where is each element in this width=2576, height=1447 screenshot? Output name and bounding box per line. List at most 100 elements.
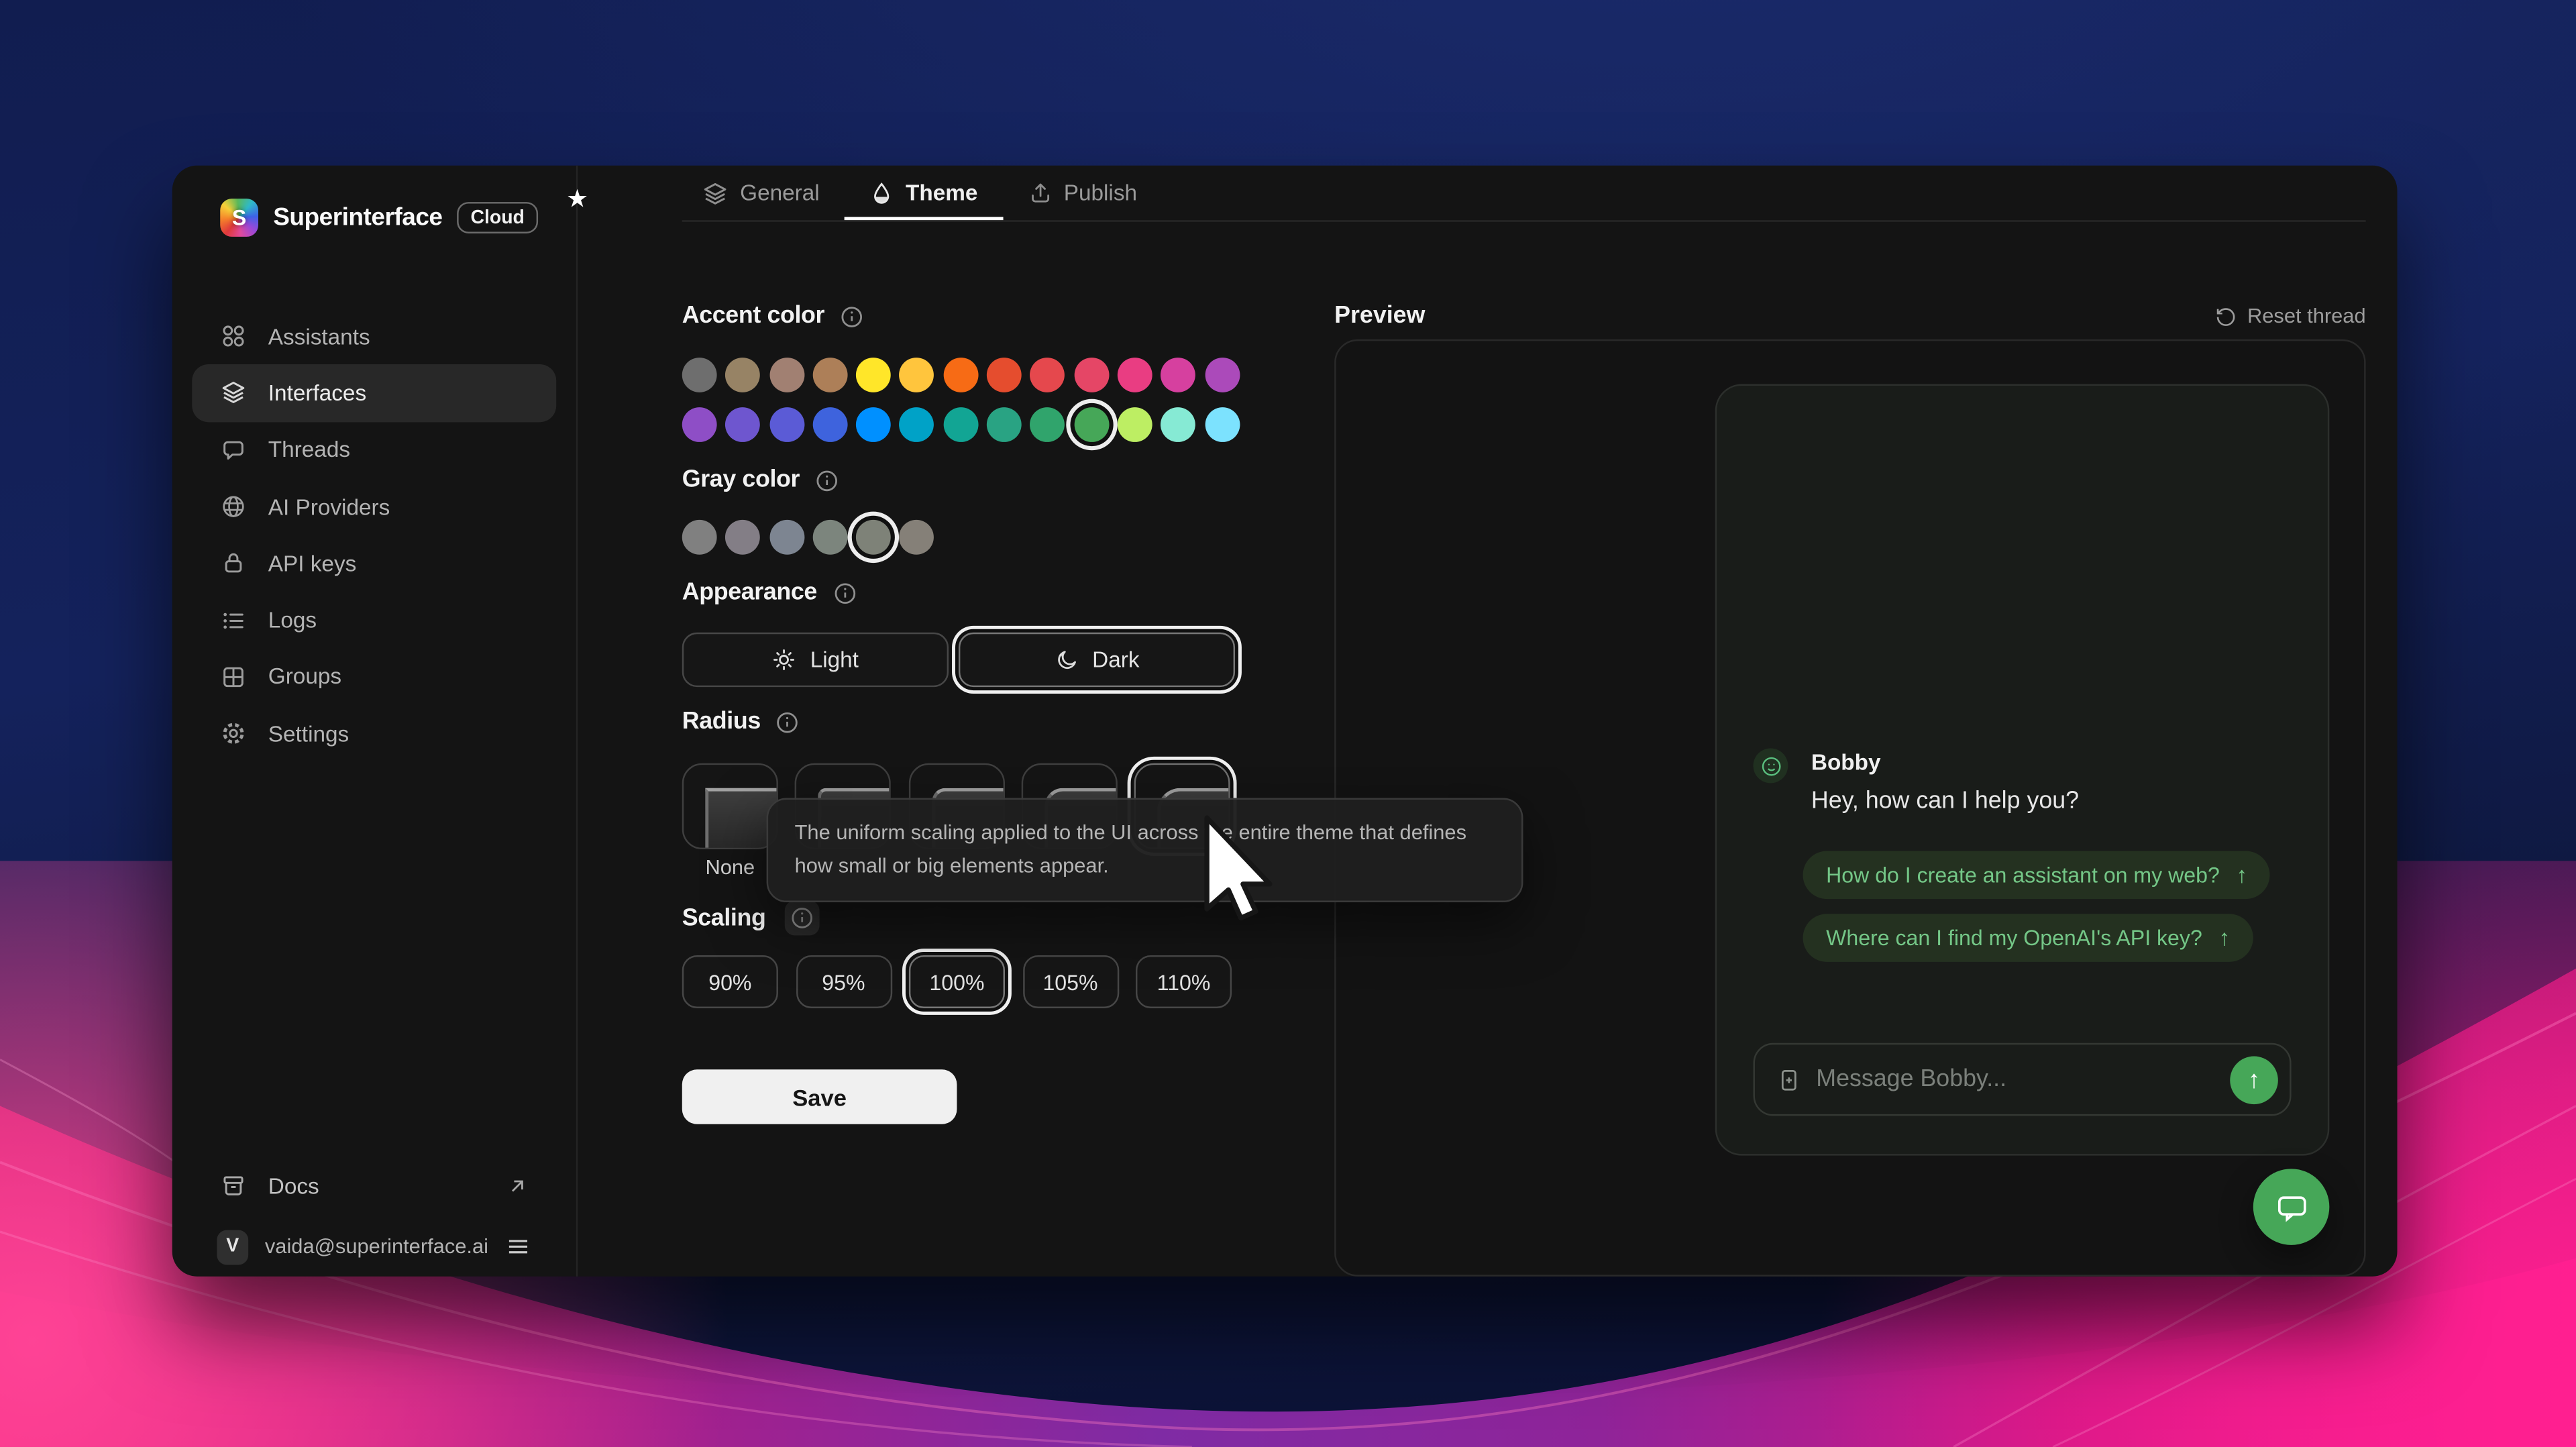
sidebar-item-api-keys[interactable]: API keys (192, 535, 556, 592)
suggestion-text: How do I create an assistant on my web? (1826, 863, 2220, 888)
sidebar-item-label: Settings (268, 721, 349, 746)
arrow-up-icon: ↑ (2248, 1065, 2261, 1093)
accent-swatch-lime[interactable] (1118, 407, 1152, 442)
sidebar-item-interfaces[interactable]: Interfaces (192, 365, 556, 422)
accent-swatch-ruby[interactable] (1074, 358, 1109, 392)
radius-option-label: None (682, 856, 778, 879)
accent-swatch-iris[interactable] (769, 407, 804, 442)
sidebar-item-ai-providers[interactable]: AI Providers (192, 478, 556, 535)
accent-swatch-blue[interactable] (856, 407, 891, 442)
sidebar-item-label: Threads (268, 437, 350, 462)
accent-swatch-bronze[interactable] (769, 358, 804, 392)
lock-icon (220, 550, 246, 576)
accent-swatch-purple[interactable] (682, 407, 717, 442)
save-button[interactable]: Save (682, 1069, 957, 1124)
reset-thread-label: Reset thread (2247, 305, 2366, 328)
appearance-option-label: Light (810, 647, 859, 672)
info-icon[interactable] (814, 468, 839, 492)
accent-swatch-tomato[interactable] (987, 358, 1022, 392)
layers-icon (220, 380, 246, 406)
accent-swatch-red[interactable] (1030, 358, 1065, 392)
sidebar-item-settings[interactable]: Settings (192, 706, 556, 763)
gray-swatch-slate[interactable] (769, 520, 804, 555)
scaling-option-90[interactable]: 90% (682, 955, 778, 1008)
accent-swatch-plum[interactable] (1205, 358, 1240, 392)
sidebar-item-label: Logs (268, 608, 317, 633)
screen: S Superinterface Cloud ★ AssistantsInter… (0, 0, 2576, 1447)
globe-icon (220, 494, 246, 520)
accent-swatch-mint[interactable] (1161, 407, 1196, 442)
tab-publish[interactable]: Publish (1002, 166, 1162, 220)
account-email: vaida@superinterface.ai (265, 1235, 488, 1258)
sidebar: S Superinterface Cloud ★ AssistantsInter… (172, 166, 578, 1277)
cloud-badge: Cloud (458, 202, 538, 233)
accent-swatch-gold[interactable] (726, 358, 761, 392)
gray-swatch-gray[interactable] (682, 520, 717, 555)
accent-swatch-grass[interactable] (1074, 407, 1109, 442)
accent-swatch-crimson[interactable] (1118, 358, 1152, 392)
tab-general[interactable]: General (677, 166, 844, 220)
info-icon[interactable] (775, 709, 800, 734)
accent-swatch-cyan[interactable] (900, 407, 934, 442)
accent-swatch-brown[interactable] (812, 358, 847, 392)
arrow-up-icon: ↑ (2236, 863, 2247, 888)
assistant-name: Bobby (1811, 750, 1881, 775)
reset-thread-button[interactable]: Reset thread (1993, 305, 2365, 328)
tab-theme[interactable]: Theme (845, 166, 1003, 220)
suggestion-pill-2[interactable]: Where can I find my OpenAI's API key?↑ (1803, 913, 2253, 961)
accent-swatch-green[interactable] (1030, 407, 1065, 442)
accent-swatch-jade[interactable] (987, 407, 1022, 442)
appearance-dark-button[interactable]: Dark (959, 633, 1235, 687)
droplet-icon (869, 180, 894, 205)
gray-color-swatches (682, 520, 1253, 555)
accent-color-label: Accent color (682, 303, 865, 329)
sidebar-item-label: Assistants (268, 324, 370, 349)
message-input[interactable] (1801, 1066, 2230, 1092)
radius-option-1[interactable] (682, 763, 778, 849)
chat-bubble-icon (2274, 1189, 2309, 1224)
scaling-option-100[interactable]: 100% (909, 955, 1005, 1008)
gray-swatch-olive[interactable] (856, 520, 891, 555)
moon-icon (1054, 647, 1079, 672)
accent-swatch-pink[interactable] (1161, 358, 1196, 392)
info-icon[interactable] (832, 580, 857, 605)
account-row[interactable]: V vaida@superinterface.ai (192, 1218, 556, 1275)
accent-swatch-orange[interactable] (943, 358, 978, 392)
accent-swatch-yellow[interactable] (856, 358, 891, 392)
suggestion-pill-1[interactable]: How do I create an assistant on my web? ↑ (1803, 851, 2271, 900)
scaling-option-105[interactable]: 105% (1022, 955, 1118, 1008)
docs-label: Docs (268, 1173, 319, 1198)
accent-swatch-indigo[interactable] (812, 407, 847, 442)
chat-launcher-button[interactable] (2253, 1169, 2330, 1245)
scaling-option-95[interactable]: 95% (796, 955, 892, 1008)
appearance-light-button[interactable]: Light (682, 633, 949, 687)
accent-swatch-violet[interactable] (726, 407, 761, 442)
accent-swatch-teal[interactable] (943, 407, 978, 442)
sidebar-item-groups[interactable]: Groups (192, 649, 556, 706)
accent-swatch-sky[interactable] (1205, 407, 1240, 442)
preview-title: Preview (1334, 303, 1425, 329)
gray-swatch-mauve[interactable] (726, 520, 761, 555)
scaling-option-110[interactable]: 110% (1136, 955, 1232, 1008)
suggestion-text: Where can I find my OpenAI's API key? (1826, 924, 2202, 949)
gray-swatch-sand[interactable] (900, 520, 934, 555)
sidebar-item-threads[interactable]: Threads (192, 421, 556, 478)
sidebar-item-docs[interactable]: Docs (192, 1157, 556, 1214)
attach-file-icon[interactable] (1776, 1067, 1801, 1092)
chat-panel: Bobby Hey, how can I help you? How do I … (1715, 384, 2330, 1156)
sidebar-item-assistants[interactable]: Assistants (192, 308, 556, 365)
tab-label: Theme (906, 180, 977, 205)
sidebar-item-logs[interactable]: Logs (192, 592, 556, 649)
radius-label: Radius (682, 708, 800, 735)
accent-swatch-amber[interactable] (900, 358, 934, 392)
gray-swatch-sage[interactable] (812, 520, 847, 555)
send-button[interactable]: ↑ (2230, 1055, 2278, 1104)
info-icon[interactable] (784, 901, 819, 936)
assistant-message: Hey, how can I help you? (1811, 788, 2079, 814)
tabbar-divider (682, 220, 2366, 221)
grid-circles-icon (220, 323, 246, 350)
menu-icon[interactable] (505, 1234, 531, 1260)
sidebar-item-label: Groups (268, 665, 341, 690)
accent-swatch-gray[interactable] (682, 358, 717, 392)
info-icon[interactable] (839, 304, 864, 329)
